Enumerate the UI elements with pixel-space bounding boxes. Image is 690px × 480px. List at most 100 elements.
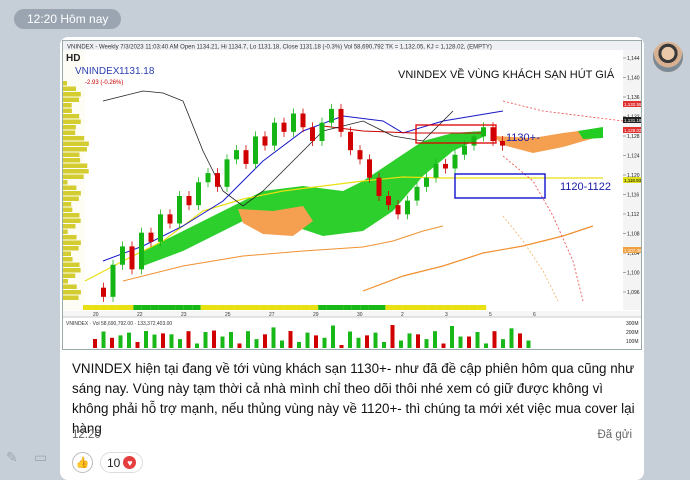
profile-bar <box>63 268 81 273</box>
signal-segment <box>452 305 461 310</box>
candle-body <box>490 127 496 141</box>
profile-bar <box>63 240 81 245</box>
profile-bar <box>63 86 77 91</box>
volume-bar <box>144 331 148 348</box>
profile-bar <box>63 125 76 130</box>
signal-segment <box>477 305 487 310</box>
price-badge-label: 1,118.93 <box>624 178 642 183</box>
price-badge-label: 1,107.36 <box>624 248 642 253</box>
profile-bar <box>63 273 76 278</box>
candle-body <box>253 136 258 164</box>
profile-bar <box>63 103 72 108</box>
y-tick-label: 1,108 <box>627 232 640 238</box>
profile-bar <box>63 246 79 251</box>
profile-bar <box>63 158 81 163</box>
signal-segment <box>444 305 453 310</box>
volume-bar <box>169 334 174 348</box>
volume-bar <box>407 333 412 348</box>
label-1120: 1120-1122 <box>560 181 611 193</box>
price-badge-label: 1,128.02 <box>624 128 642 133</box>
tenkan-line <box>322 125 483 134</box>
volume-bar <box>186 331 191 348</box>
volume-bar <box>348 331 352 348</box>
signal-segment <box>225 305 235 310</box>
signal-segment <box>309 305 319 310</box>
volume-bar <box>441 343 446 348</box>
signal-segment <box>360 305 369 310</box>
volume-bar <box>399 340 403 348</box>
candle-body <box>357 150 363 160</box>
y-tick-label: 1,116 <box>627 193 639 199</box>
volume-bar <box>365 335 369 348</box>
volume-bar <box>382 341 386 348</box>
reaction-count: 10 <box>107 455 121 470</box>
candle-body <box>177 196 182 224</box>
avatar[interactable] <box>652 41 684 73</box>
volume-bars <box>93 325 531 348</box>
label-1130: 1130+- <box>506 132 540 144</box>
y-tick-label: 1,100 <box>627 271 640 277</box>
volume-bar <box>297 342 301 348</box>
volume-bar <box>501 339 505 348</box>
profile-bar <box>63 257 73 262</box>
profile-bar <box>63 224 76 229</box>
profile-bar <box>63 114 80 119</box>
volume-bar <box>331 325 335 348</box>
profile-bar <box>63 279 68 284</box>
orange-line-2 <box>362 225 594 292</box>
volume-bar <box>280 340 284 348</box>
candle-body <box>196 182 201 206</box>
signal-segment <box>284 305 293 310</box>
signal-segment <box>242 305 251 310</box>
volume-bar <box>467 336 471 348</box>
volume-axis-ticks: 300M 200M 100M <box>626 321 639 345</box>
window-icon[interactable]: ▭ <box>34 449 52 467</box>
edit-icon[interactable]: ✎ <box>6 449 24 467</box>
profile-bar <box>63 136 85 141</box>
profile-bar <box>63 108 72 113</box>
profile-bar <box>63 191 81 196</box>
volume-bar <box>322 337 327 348</box>
profile-bar <box>63 169 89 174</box>
volume-bar <box>263 334 267 348</box>
signal-segment <box>335 305 344 310</box>
signal-segment <box>150 305 159 310</box>
like-button[interactable]: 👍 <box>72 452 93 473</box>
candle-body <box>395 205 401 215</box>
candle-body <box>224 159 230 187</box>
signal-segment <box>91 305 100 310</box>
signal-segment <box>116 305 125 310</box>
volume-bar <box>339 344 344 348</box>
candle-body <box>148 232 154 242</box>
signal-segment <box>108 305 117 310</box>
signal-segment <box>125 305 134 310</box>
profile-bar <box>63 196 79 201</box>
volume-bar <box>127 332 131 348</box>
chart-image[interactable]: VNINDEX - Weekly 7/3/2023 11:03:40 AM Op… <box>62 40 642 350</box>
profile-bar <box>63 251 72 256</box>
price-badge-label: 1,131.18 <box>624 118 642 123</box>
volume-bar <box>416 334 420 348</box>
profile-bar <box>63 81 67 86</box>
y-tick-label: 1,140 <box>627 76 640 82</box>
candle-body <box>462 145 467 155</box>
candle-body <box>291 113 296 132</box>
message-bubble: VNINDEX - Weekly 7/3/2023 11:03:40 AM Op… <box>60 37 644 480</box>
volume-bar <box>356 337 361 348</box>
candle-body <box>167 214 173 224</box>
volume-bar <box>509 328 514 348</box>
profile-bar <box>63 213 80 218</box>
volume-tick-label: 100M <box>626 339 639 345</box>
signal-segment <box>234 305 243 310</box>
candle-body <box>452 154 458 169</box>
volume-bar <box>152 334 157 348</box>
profile-bar <box>63 119 81 124</box>
reaction-pill[interactable]: 10 ♥ <box>100 452 144 473</box>
signal-segment <box>141 305 151 310</box>
candle-body <box>329 108 334 123</box>
volume-bar <box>161 333 165 348</box>
candle-body <box>205 173 211 183</box>
signal-segment <box>419 305 428 310</box>
profile-bar <box>63 284 77 289</box>
profile-bar <box>63 147 87 152</box>
